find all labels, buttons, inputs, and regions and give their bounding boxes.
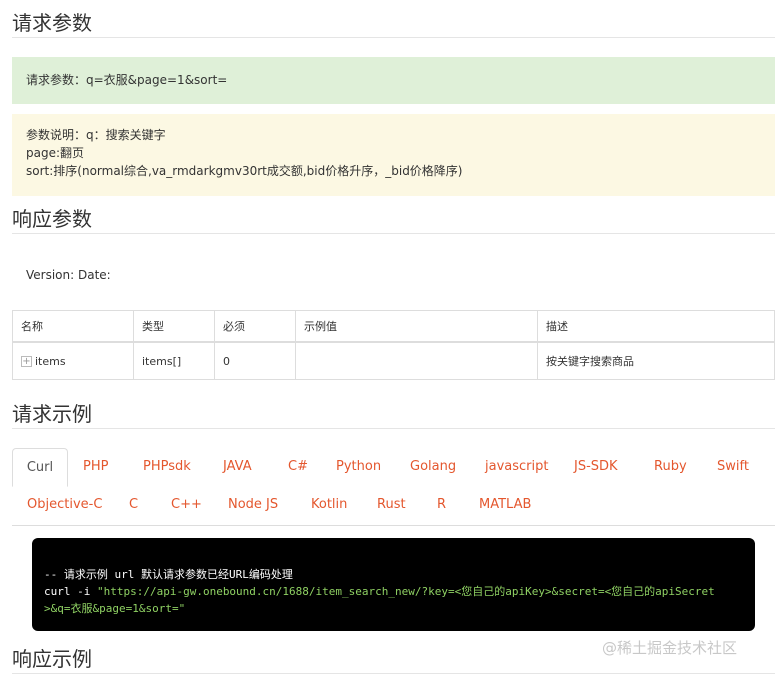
tab-curl[interactable]: Curl (12, 448, 68, 487)
version-info: Version: Date: (26, 268, 111, 282)
title-divider (12, 673, 775, 674)
expand-icon[interactable]: + (21, 356, 32, 367)
language-tabs: Curl PHP PHPsdk JAVA C# Python Golang ja… (12, 447, 775, 526)
table-header-row: 名称 类型 必须 示例值 描述 (12, 310, 775, 343)
tab-js-sdk[interactable]: JS-SDK (574, 459, 618, 474)
request-example-title: 请求示例 (12, 402, 92, 426)
cell-name: + items (12, 341, 134, 380)
code-url: "https://api-gw.onebound.cn/1688/item_se… (96, 585, 715, 598)
code-comment-suffix: 默认请求参数已经URL编码处理 (134, 568, 293, 581)
tab-java[interactable]: JAVA (223, 459, 252, 474)
tab-python[interactable]: Python (336, 459, 381, 474)
param-note-line: page:翻页 (26, 146, 85, 160)
cell-required: 0 (214, 341, 296, 380)
tab-r[interactable]: R (437, 497, 446, 512)
request-params-alert: 请求参数：q=衣服&page=1&sort= (12, 57, 775, 104)
code-block[interactable]: -- 请求示例 url 默认请求参数已经URL编码处理 curl -i "htt… (32, 538, 755, 631)
column-header-type: 类型 (133, 310, 215, 343)
cell-type: items[] (133, 341, 215, 380)
code-command: curl -i (44, 585, 97, 598)
title-divider (12, 233, 775, 234)
code-comment-keyword: url (114, 568, 135, 581)
code-url-continuation: >&q=衣服&page=1&sort=" (44, 602, 186, 615)
tab-matlab[interactable]: MATLAB (479, 497, 531, 512)
response-example-title: 响应示例 (12, 647, 92, 671)
code-command-line: curl -i "https://api-gw.onebound.cn/1688… (44, 583, 743, 600)
table-row: + items items[] 0 按关键字搜索商品 (12, 341, 775, 380)
column-header-example: 示例值 (295, 310, 538, 343)
code-comment-line: -- 请求示例 url 默认请求参数已经URL编码处理 (44, 566, 743, 583)
tab-ruby[interactable]: Ruby (654, 459, 687, 474)
response-params-title: 响应参数 (12, 207, 92, 231)
title-divider (12, 37, 775, 38)
response-params-table: 名称 类型 必须 示例值 描述 + items items[] 0 按关键字搜索商… (12, 310, 775, 380)
cell-example (295, 341, 538, 380)
tab-javascript[interactable]: javascript (485, 459, 548, 474)
request-params-title: 请求参数 (12, 11, 92, 35)
tab-kotlin[interactable]: Kotlin (311, 497, 347, 512)
title-divider (12, 428, 775, 429)
column-header-description: 描述 (537, 310, 775, 343)
tab-php[interactable]: PHP (83, 459, 108, 474)
column-header-required: 必须 (214, 310, 296, 343)
tab-rust[interactable]: Rust (377, 497, 406, 512)
tab-phpsdk[interactable]: PHPsdk (143, 459, 191, 474)
param-notes-alert: 参数说明：q：搜索关键字 page:翻页 sort:排序(normal综合,va… (12, 114, 775, 196)
column-header-name: 名称 (12, 310, 134, 343)
tab-objective-c[interactable]: Objective-C (27, 497, 102, 512)
tab-cpp[interactable]: C++ (171, 497, 202, 512)
param-note-line: sort:排序(normal综合,va_rmdarkgmv30rt成交额,bid… (26, 164, 463, 178)
tab-c[interactable]: C (129, 497, 138, 512)
tab-csharp[interactable]: C# (288, 459, 308, 474)
watermark: @稀土掘金技术社区 (602, 639, 738, 657)
tab-golang[interactable]: Golang (410, 459, 456, 474)
tab-swift[interactable]: Swift (717, 459, 749, 474)
code-comment-prefix: -- 请求示例 (44, 568, 115, 581)
cell-name-text: items (35, 354, 66, 368)
tab-nodejs[interactable]: Node JS (228, 497, 278, 512)
cell-description: 按关键字搜索商品 (537, 341, 775, 380)
param-note-line: 参数说明：q：搜索关键字 (26, 128, 166, 142)
